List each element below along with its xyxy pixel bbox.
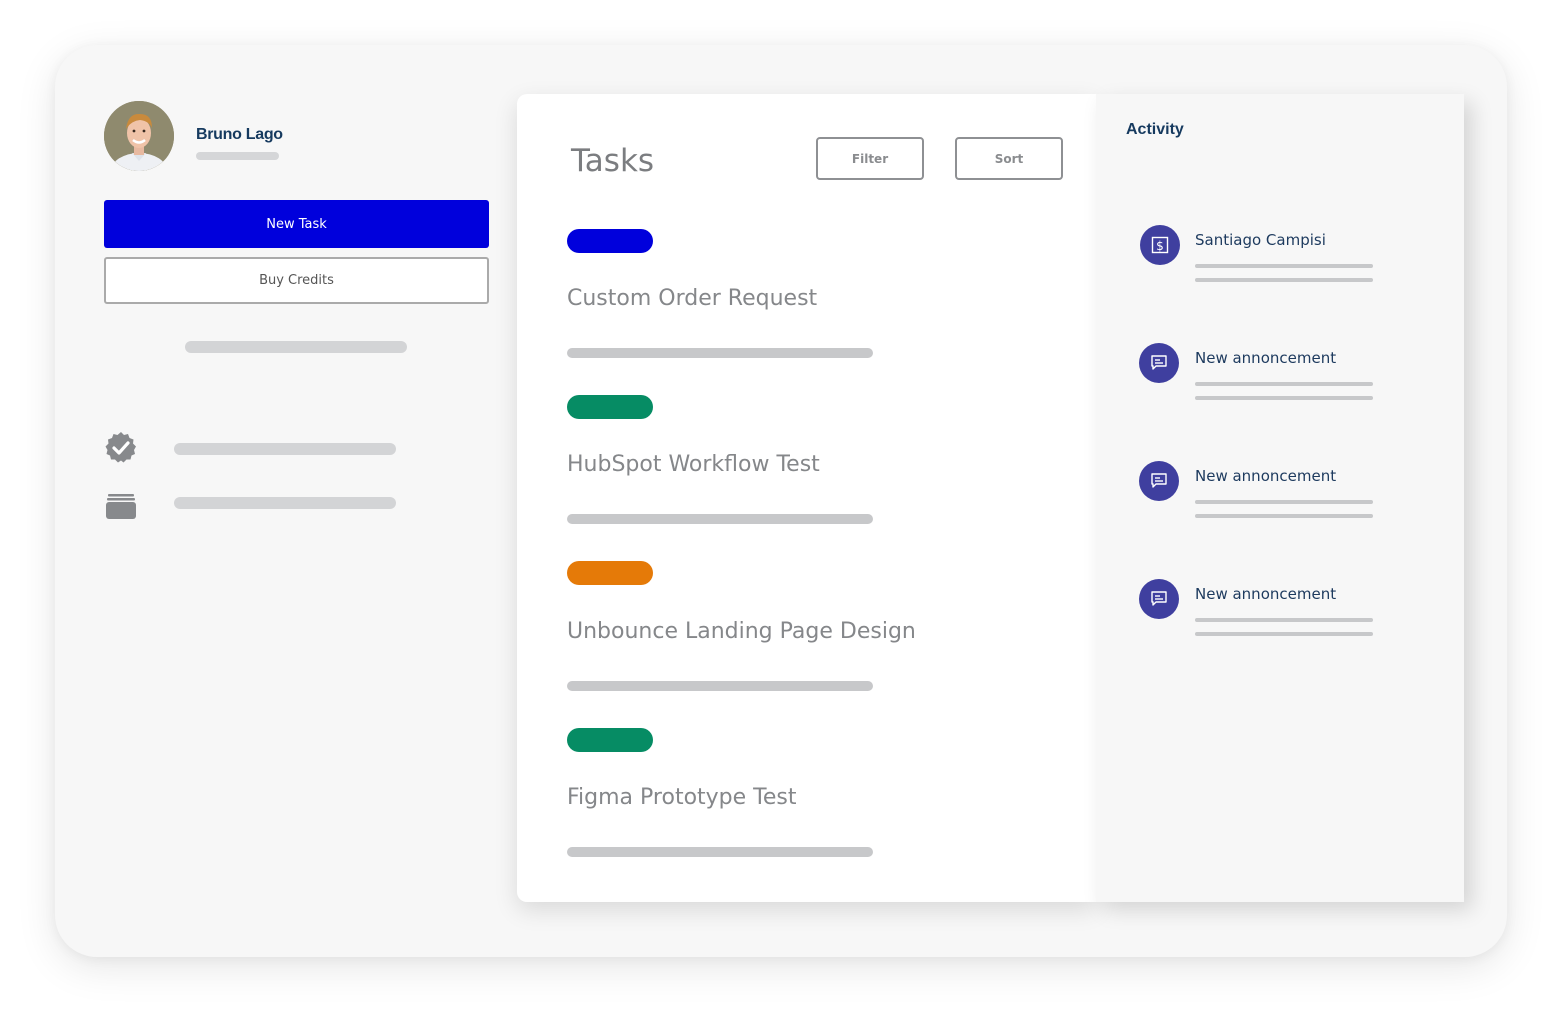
task-title[interactable]: Unbounce Landing Page Design <box>567 619 916 644</box>
avatar[interactable] <box>104 101 174 171</box>
activity-label[interactable]: New annoncement <box>1195 349 1336 367</box>
task-status-pill <box>567 395 653 419</box>
task-progress-placeholder <box>567 847 873 857</box>
task-title[interactable]: Custom Order Request <box>567 286 817 311</box>
filter-button[interactable]: Filter <box>816 137 924 180</box>
activity-label[interactable]: New annoncement <box>1195 467 1336 485</box>
activity-line-placeholder <box>1195 396 1373 400</box>
activity-label[interactable]: New annoncement <box>1195 585 1336 603</box>
svg-text:$: $ <box>1156 239 1164 253</box>
activity-line-placeholder <box>1195 264 1373 268</box>
verified-badge-icon[interactable] <box>104 431 138 465</box>
task-progress-placeholder <box>567 681 873 691</box>
sort-button[interactable]: Sort <box>955 137 1063 180</box>
task-status-pill <box>567 229 653 253</box>
buy-credits-button[interactable]: Buy Credits <box>104 257 489 304</box>
dollar-icon: $ <box>1140 225 1180 265</box>
activity-label[interactable]: Santiago Campisi <box>1195 231 1326 249</box>
task-title[interactable]: HubSpot Workflow Test <box>567 452 820 477</box>
stack-cards-icon[interactable] <box>104 491 138 525</box>
tasks-panel <box>517 94 1096 902</box>
chat-icon <box>1139 579 1179 619</box>
user-name: Bruno Lago <box>196 126 283 143</box>
new-task-button[interactable]: New Task <box>104 200 489 248</box>
chat-icon <box>1139 343 1179 383</box>
task-status-pill <box>567 728 653 752</box>
user-subtitle-placeholder <box>196 152 279 160</box>
activity-title: Activity <box>1126 121 1184 138</box>
activity-line-placeholder <box>1195 632 1373 636</box>
activity-line-placeholder <box>1195 278 1373 282</box>
activity-line-placeholder <box>1195 618 1373 622</box>
chat-icon <box>1139 461 1179 501</box>
sidebar-item-placeholder-bar[interactable] <box>174 443 396 455</box>
activity-line-placeholder <box>1195 514 1373 518</box>
task-status-pill <box>567 561 653 585</box>
tasks-title: Tasks <box>571 143 655 179</box>
task-progress-placeholder <box>567 348 873 358</box>
task-progress-placeholder <box>567 514 873 524</box>
activity-line-placeholder <box>1195 500 1373 504</box>
sidebar-placeholder-bar <box>185 341 407 353</box>
sidebar-item-placeholder-bar[interactable] <box>174 497 396 509</box>
task-title[interactable]: Figma Prototype Test <box>567 785 797 810</box>
activity-line-placeholder <box>1195 382 1373 386</box>
user-photo-icon <box>104 101 174 171</box>
